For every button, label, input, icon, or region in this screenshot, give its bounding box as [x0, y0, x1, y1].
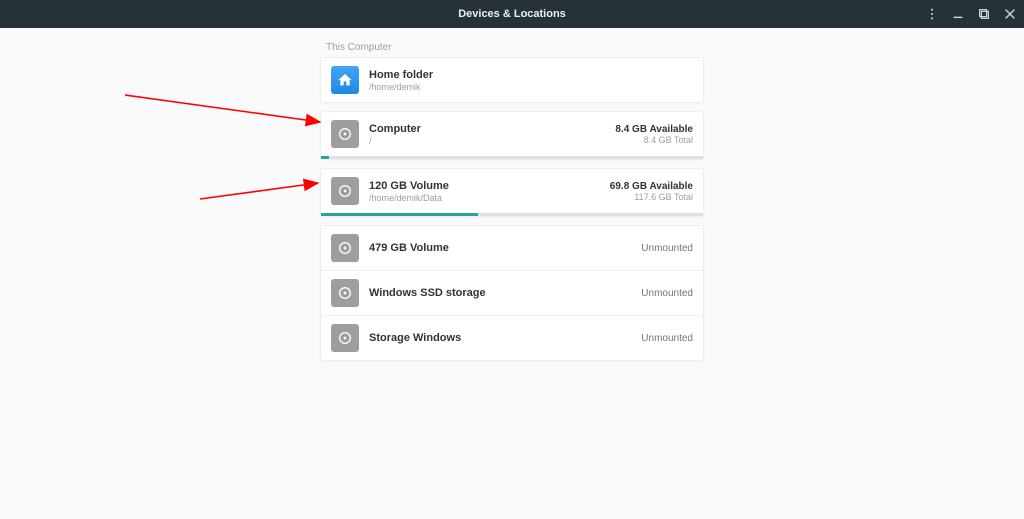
menu-icon[interactable] — [924, 6, 940, 22]
titlebar: Devices & Locations — [0, 0, 1024, 28]
row-status: Unmounted — [641, 288, 693, 299]
row-total: 8.4 GB Total — [615, 135, 693, 145]
minimize-icon[interactable] — [950, 6, 966, 22]
usage-fill — [321, 213, 478, 216]
row-home[interactable]: Home folder /home/demik — [321, 58, 703, 102]
row-title: Windows SSD storage — [369, 287, 641, 299]
disk-icon — [331, 324, 359, 352]
disk-icon — [331, 279, 359, 307]
devices-panel: This Computer Home folder /home/demik — [320, 42, 704, 369]
card-home: Home folder /home/demik — [320, 57, 704, 103]
window-title: Devices & Locations — [458, 8, 566, 20]
row-path: /home/demik — [369, 82, 693, 92]
close-icon[interactable] — [1002, 6, 1018, 22]
row-title: Computer — [369, 123, 615, 135]
row-title: 120 GB Volume — [369, 180, 610, 192]
row-title: Storage Windows — [369, 332, 641, 344]
row-root[interactable]: Computer / 8.4 GB Available 8.4 GB Total — [321, 112, 703, 156]
row-data[interactable]: 120 GB Volume /home/demik/Data 69.8 GB A… — [321, 169, 703, 213]
row-storwin[interactable]: Storage Windows Unmounted — [321, 315, 703, 360]
usage-bar — [321, 156, 703, 159]
row-vol479[interactable]: 479 GB Volume Unmounted — [321, 226, 703, 270]
section-label: This Computer — [326, 42, 704, 53]
row-title: 479 GB Volume — [369, 242, 641, 254]
row-available: 69.8 GB Available — [610, 181, 693, 192]
disk-icon — [331, 234, 359, 262]
window-controls — [924, 0, 1018, 28]
usage-fill — [321, 156, 329, 159]
row-total: 117.6 GB Total — [610, 192, 693, 202]
row-path: /home/demik/Data — [369, 193, 610, 203]
row-available: 8.4 GB Available — [615, 124, 693, 135]
disk-icon — [331, 177, 359, 205]
card-root: Computer / 8.4 GB Available 8.4 GB Total — [320, 111, 704, 160]
card-unmounted: 479 GB Volume Unmounted Windows SSD stor… — [320, 225, 704, 361]
row-path: / — [369, 136, 615, 146]
page-body: This Computer Home folder /home/demik — [0, 28, 1024, 369]
home-folder-icon — [331, 66, 359, 94]
row-status: Unmounted — [641, 333, 693, 344]
disk-icon — [331, 120, 359, 148]
row-winssd[interactable]: Windows SSD storage Unmounted — [321, 270, 703, 315]
usage-bar — [321, 213, 703, 216]
maximize-icon[interactable] — [976, 6, 992, 22]
row-title: Home folder — [369, 69, 693, 81]
card-data: 120 GB Volume /home/demik/Data 69.8 GB A… — [320, 168, 704, 217]
row-status: Unmounted — [641, 243, 693, 254]
